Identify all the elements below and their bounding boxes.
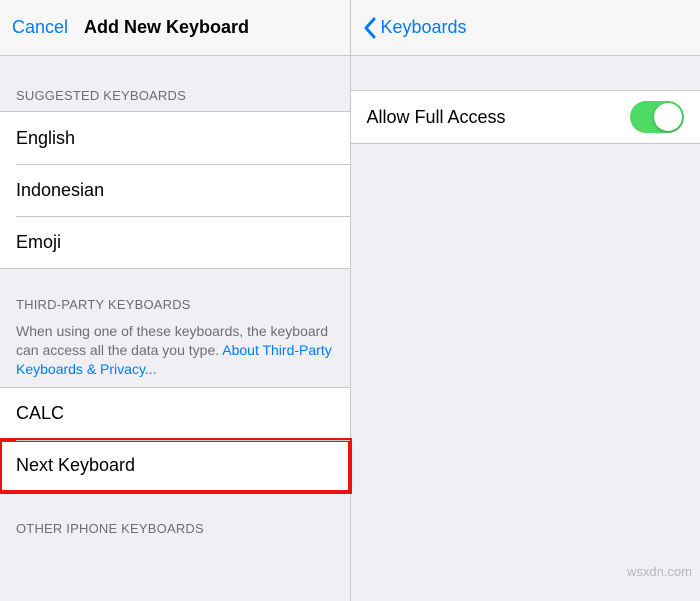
allow-full-access-row[interactable]: Allow Full Access bbox=[351, 91, 700, 143]
suggested-list: English Indonesian Emoji bbox=[0, 111, 350, 269]
keyboard-detail-pane: Keyboards Allow Full Access bbox=[351, 0, 700, 601]
chevron-left-icon bbox=[363, 16, 377, 40]
keyboard-row-calc[interactable]: CALC bbox=[0, 388, 350, 440]
nav-bar-right: Keyboards bbox=[351, 0, 700, 56]
allow-full-access-label: Allow Full Access bbox=[367, 107, 506, 128]
allow-full-access-toggle[interactable] bbox=[630, 101, 684, 133]
thirdparty-header: THIRD-PARTY KEYBOARDS bbox=[0, 269, 350, 320]
nav-bar-left: Cancel Add New Keyboard bbox=[0, 0, 350, 56]
keyboard-row-next-keyboard[interactable]: Next Keyboard bbox=[0, 440, 350, 492]
other-header: OTHER IPHONE KEYBOARDS bbox=[0, 493, 350, 544]
thirdparty-desc: When using one of these keyboards, the k… bbox=[0, 320, 350, 387]
keyboard-row-indonesian[interactable]: Indonesian bbox=[0, 164, 350, 216]
toggle-knob bbox=[654, 103, 682, 131]
thirdparty-list: CALC Next Keyboard bbox=[0, 387, 350, 493]
back-button[interactable]: Keyboards bbox=[363, 16, 467, 40]
keyboard-row-english[interactable]: English bbox=[0, 112, 350, 164]
settings-list: Allow Full Access bbox=[351, 90, 700, 144]
cancel-button[interactable]: Cancel bbox=[12, 17, 68, 38]
watermark: wsxdn.com bbox=[627, 564, 692, 579]
page-title-left: Add New Keyboard bbox=[84, 17, 249, 38]
add-keyboard-pane: Cancel Add New Keyboard SUGGESTED KEYBOA… bbox=[0, 0, 351, 601]
suggested-header: SUGGESTED KEYBOARDS bbox=[0, 56, 350, 111]
back-label: Keyboards bbox=[381, 17, 467, 38]
keyboard-row-emoji[interactable]: Emoji bbox=[0, 216, 350, 268]
